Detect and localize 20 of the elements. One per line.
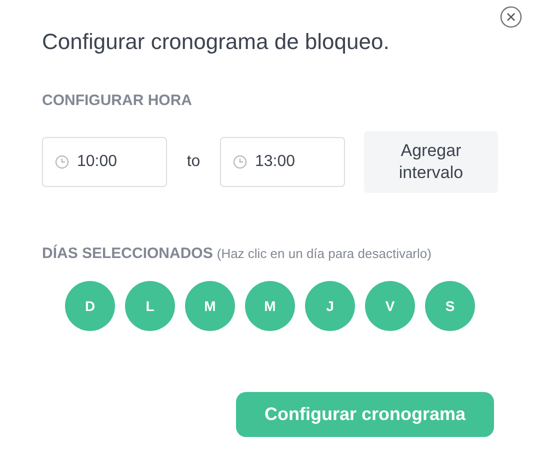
range-separator: to	[186, 153, 202, 171]
day-toggle[interactable]: L	[125, 281, 175, 331]
add-interval-button[interactable]: Agregar intervalo	[364, 131, 498, 193]
day-toggle[interactable]: D	[65, 281, 115, 331]
clock-icon	[233, 155, 247, 169]
close-button[interactable]	[500, 6, 522, 28]
day-toggle[interactable]: V	[365, 281, 415, 331]
dialog-title: Configurar cronograma de bloqueo.	[42, 28, 390, 56]
time-field[interactable]: 13:00	[220, 137, 345, 187]
day-toggle[interactable]: M	[185, 281, 235, 331]
section-label: DÍAS SELECCIONADOS	[42, 245, 213, 262]
section-label: CONFIGURAR HORA	[42, 92, 193, 109]
day-toggle[interactable]: M	[245, 281, 295, 331]
close-icon	[500, 6, 522, 28]
clock-icon	[55, 155, 69, 169]
day-toggle[interactable]: S	[425, 281, 475, 331]
time-field[interactable]: 10:00	[42, 137, 167, 187]
submit-button[interactable]: Configurar cronograma	[236, 392, 494, 437]
hint-text: (Haz clic en un día para desactivarlo)	[216, 246, 432, 261]
day-toggle[interactable]: J	[305, 281, 355, 331]
